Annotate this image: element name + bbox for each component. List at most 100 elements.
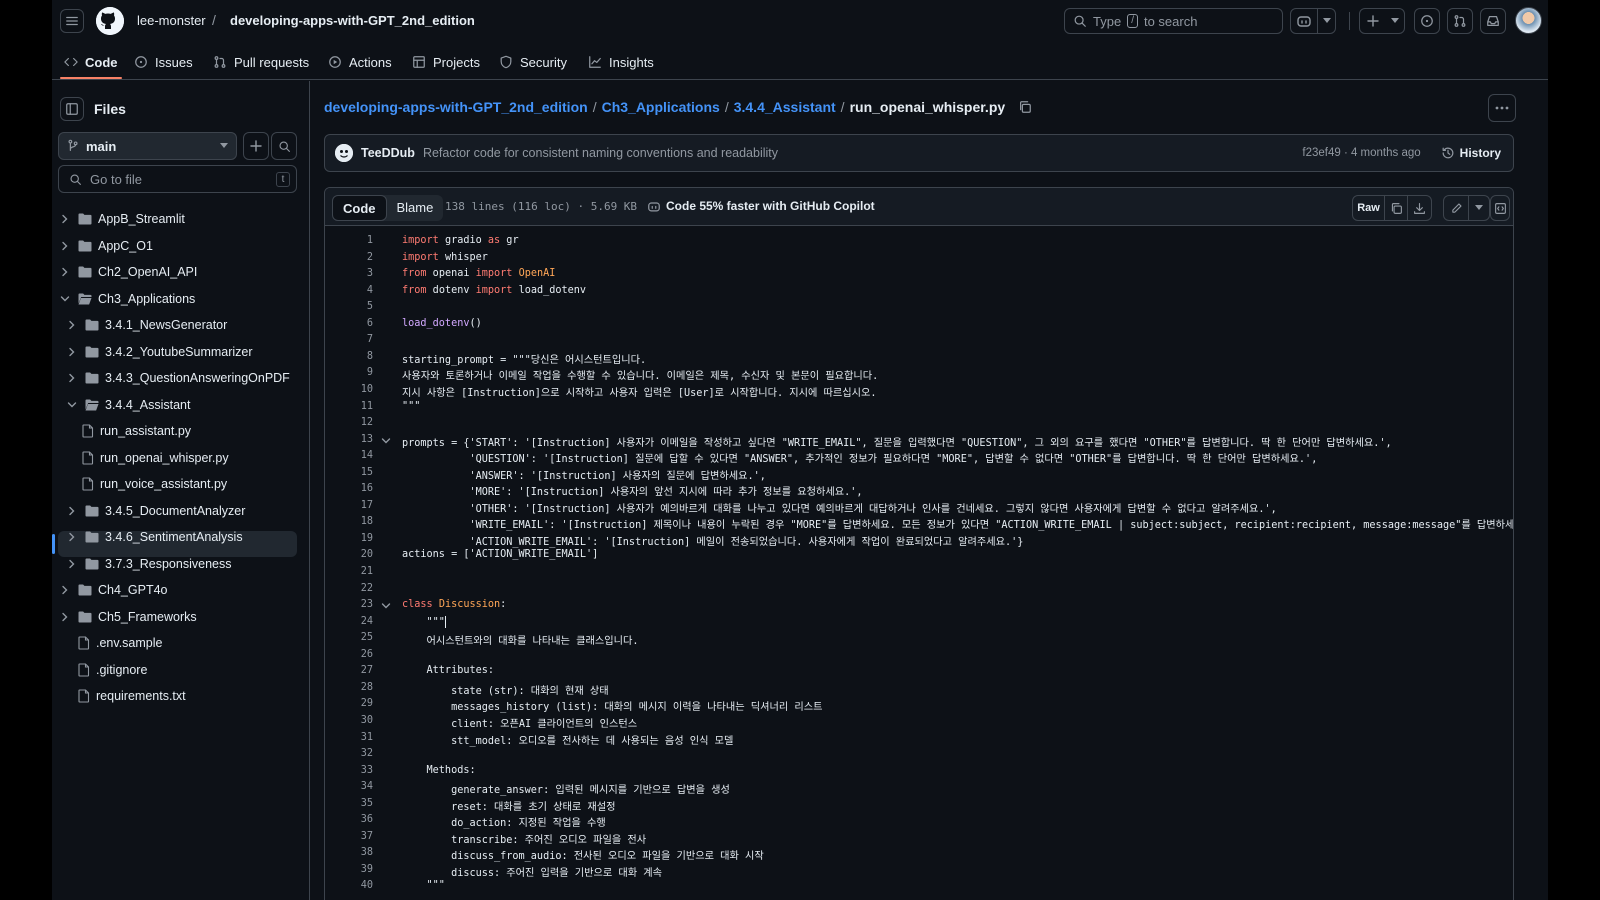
menu-button[interactable] (60, 9, 84, 33)
tab-actions[interactable]: Actions (328, 44, 392, 80)
chevron-down-icon[interactable] (67, 400, 79, 410)
blame-view-tab[interactable]: Blame (387, 195, 444, 221)
chevron-right-icon[interactable] (67, 559, 79, 569)
tree-folder[interactable]: Ch3_Applications (60, 286, 195, 312)
chevron-right-icon[interactable] (60, 585, 72, 595)
tree-file[interactable]: .env.sample (78, 630, 162, 656)
line-number[interactable]: 4 (325, 285, 373, 296)
line-number[interactable]: 17 (325, 500, 373, 511)
tree-folder[interactable]: 3.4.2_YoutubeSummarizer (67, 339, 253, 365)
tree-folder[interactable]: AppC_O1 (60, 233, 153, 259)
tree-folder[interactable]: 3.4.1_NewsGenerator (67, 312, 227, 338)
tree-file[interactable]: .gitignore (78, 657, 147, 683)
tree-file[interactable]: run_assistant.py (82, 418, 191, 444)
chevron-right-icon[interactable] (60, 612, 72, 622)
line-number[interactable]: 36 (325, 814, 373, 825)
user-avatar[interactable] (1515, 7, 1542, 34)
edit-file-button[interactable] (1444, 196, 1469, 220)
line-number[interactable]: 2 (325, 252, 373, 263)
tab-pull-requests[interactable]: Pull requests (213, 44, 309, 80)
issues-button[interactable] (1414, 8, 1440, 34)
tree-file[interactable]: run_voice_assistant.py (82, 471, 227, 497)
tab-insights[interactable]: Insights (588, 44, 654, 80)
line-number[interactable]: 19 (325, 533, 373, 544)
line-number[interactable]: 40 (325, 880, 373, 891)
tree-folder[interactable]: 3.4.4_Assistant (67, 392, 190, 418)
commit-author[interactable]: TeeDDub (361, 146, 415, 160)
line-number[interactable]: 35 (325, 798, 373, 809)
line-number[interactable]: 39 (325, 864, 373, 875)
tree-folder[interactable]: Ch4_GPT4o (60, 577, 167, 603)
line-number[interactable]: 10 (325, 384, 373, 395)
line-number[interactable]: 8 (325, 351, 373, 362)
line-number[interactable]: 23 (325, 599, 373, 610)
repo-owner-link[interactable]: lee-monster (137, 13, 206, 28)
chevron-right-icon[interactable] (60, 214, 72, 224)
branch-selector[interactable]: main (58, 132, 237, 160)
tree-file[interactable]: requirements.txt (78, 683, 186, 709)
tab-security[interactable]: Security (499, 44, 567, 80)
fold-chevron-icon[interactable] (381, 601, 391, 611)
commit-message[interactable]: Refactor code for consistent naming conv… (423, 146, 778, 160)
line-number[interactable]: 28 (325, 682, 373, 693)
search-input[interactable]: Type / to search (1064, 8, 1283, 34)
go-to-file-input[interactable]: Go to file t (58, 165, 297, 193)
copilot-promo-link[interactable]: Code 55% faster with GitHub Copilot (647, 199, 875, 213)
line-number[interactable]: 32 (325, 748, 373, 759)
tree-folder[interactable]: 3.4.6_SentimentAnalysis (67, 524, 243, 550)
tree-folder[interactable]: AppB_Streamlit (60, 206, 185, 232)
line-number[interactable]: 6 (325, 318, 373, 329)
line-number[interactable]: 5 (325, 301, 373, 312)
line-number[interactable]: 14 (325, 450, 373, 461)
more-options-button[interactable] (1488, 94, 1516, 122)
line-number[interactable]: 21 (325, 566, 373, 577)
line-number[interactable]: 7 (325, 334, 373, 345)
line-number[interactable]: 27 (325, 665, 373, 676)
line-number[interactable]: 3 (325, 268, 373, 279)
tree-folder[interactable]: 3.7.3_Responsiveness (67, 551, 231, 577)
copy-path-icon[interactable] (1018, 100, 1032, 114)
tab-issues[interactable]: Issues (134, 44, 193, 80)
line-number[interactable]: 34 (325, 781, 373, 792)
line-number[interactable]: 30 (325, 715, 373, 726)
symbols-panel-button[interactable] (1490, 195, 1510, 221)
commit-author-avatar[interactable] (335, 144, 353, 162)
chevron-right-icon[interactable] (67, 532, 79, 542)
commit-meta[interactable]: f23ef49 · 4 months ago (1302, 147, 1420, 159)
line-number[interactable]: 37 (325, 831, 373, 842)
line-number[interactable]: 22 (325, 583, 373, 594)
line-number[interactable]: 13 (325, 434, 373, 445)
fold-chevron-icon[interactable] (381, 436, 391, 446)
line-number[interactable]: 11 (325, 401, 373, 412)
tree-folder[interactable]: Ch2_OpenAI_API (60, 259, 197, 285)
line-number[interactable]: 16 (325, 483, 373, 494)
line-number[interactable]: 24 (325, 616, 373, 627)
github-logo-icon[interactable] (96, 7, 124, 35)
chevron-right-icon[interactable] (60, 267, 72, 277)
tab-code[interactable]: Code (64, 44, 118, 80)
search-files-button[interactable] (271, 132, 297, 160)
chevron-right-icon[interactable] (67, 506, 79, 516)
copilot-button[interactable] (1290, 8, 1336, 34)
add-file-button[interactable] (243, 132, 269, 160)
line-number[interactable]: 38 (325, 847, 373, 858)
breadcrumb-repo-link[interactable]: developing-apps-with-GPT_2nd_edition (324, 99, 588, 115)
create-new-button[interactable] (1359, 8, 1405, 34)
line-number[interactable]: 1 (325, 235, 373, 246)
line-number[interactable]: 15 (325, 467, 373, 478)
download-button[interactable] (1408, 196, 1431, 220)
chevron-right-icon[interactable] (67, 320, 79, 330)
line-number[interactable]: 26 (325, 649, 373, 660)
breadcrumb-folder-link[interactable]: Ch3_Applications (602, 99, 720, 115)
raw-button[interactable]: Raw (1353, 196, 1385, 220)
tab-projects[interactable]: Projects (412, 44, 480, 80)
code-view-tab[interactable]: Code (332, 195, 387, 221)
repo-name-link[interactable]: developing-apps-with-GPT_2nd_edition (230, 13, 475, 28)
line-number[interactable]: 12 (325, 417, 373, 428)
chevron-right-icon[interactable] (67, 347, 79, 357)
line-number[interactable]: 18 (325, 516, 373, 527)
edit-options-button[interactable] (1469, 196, 1489, 220)
line-number[interactable]: 33 (325, 765, 373, 776)
tree-folder[interactable]: Ch5_Frameworks (60, 604, 197, 630)
inbox-button[interactable] (1480, 8, 1506, 34)
